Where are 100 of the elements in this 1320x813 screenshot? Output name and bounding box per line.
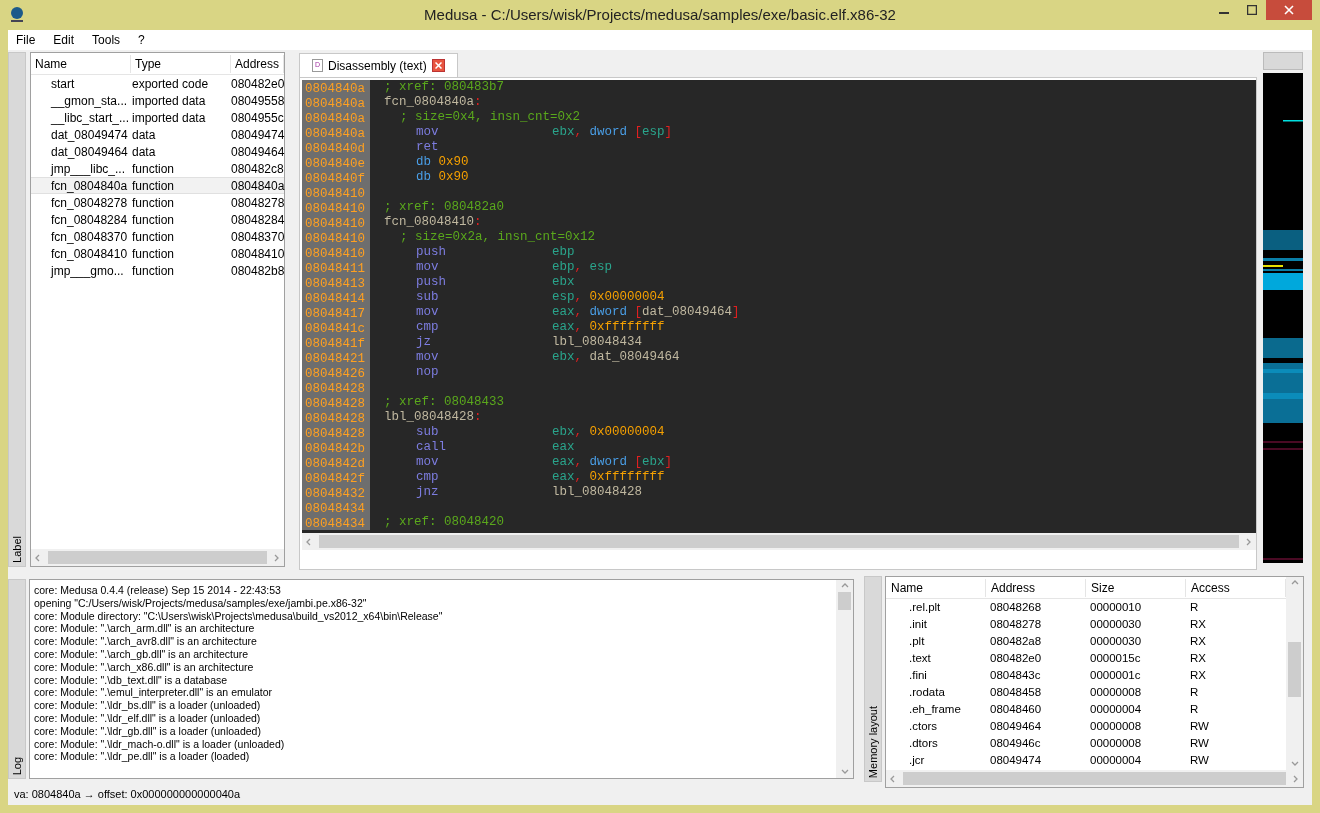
section-size: 00000030 (1089, 633, 1143, 649)
menu-item[interactable]: File (16, 31, 36, 49)
disassembly-view[interactable] (302, 80, 1256, 533)
label-row[interactable]: dat_08049464 data 08049464 (31, 143, 285, 160)
column-header[interactable]: Size (1086, 578, 1186, 597)
column-header[interactable]: Address (231, 54, 285, 73)
section-address: 08049474 (989, 752, 1043, 768)
section-address: 080482a8 (989, 633, 1043, 649)
line-address: 08048411 (302, 260, 370, 275)
memory-overview-drawing[interactable] (1263, 73, 1303, 563)
dock-title-tab[interactable]: Label (8, 52, 26, 567)
label-row[interactable]: jmp___libc_... function 080482c8 (31, 160, 285, 177)
operands: ebx, dat_08049464 (552, 349, 680, 367)
line-address: 0804840e (302, 155, 370, 170)
label-row[interactable]: __gmon_sta... imported data 08049558 (31, 92, 285, 109)
vertical-scrollbar[interactable] (836, 580, 853, 778)
menu-item[interactable]: Edit (53, 31, 75, 49)
label-row[interactable]: fcn_08048284 function 08048284 (31, 211, 285, 228)
label-type: function (131, 177, 176, 195)
operands: lbl_08048428 (552, 484, 642, 502)
label-type: function (131, 228, 176, 246)
label-row[interactable]: dat_08049474 data 08049474 (31, 126, 285, 143)
column-header[interactable]: Name (886, 578, 986, 597)
column-header[interactable]: Address (986, 578, 1086, 597)
line-address: 08048426 (302, 365, 370, 380)
label-row[interactable]: fcn_0804840a function 0804840a (31, 177, 285, 194)
label-type: data (131, 143, 157, 161)
line-address: 0804841c (302, 320, 370, 335)
column-header[interactable]: Type (131, 54, 231, 73)
dock-title-tab[interactable]: Log (8, 579, 26, 779)
section-name: .fini (908, 667, 928, 683)
label-address: 0804955c (231, 109, 285, 127)
line-address: 0804841f (302, 335, 370, 350)
line-address: 08048410 (302, 185, 370, 200)
operands: ebp (552, 244, 575, 261)
overview-button[interactable] (1263, 52, 1303, 70)
line-address: 08048428 (302, 380, 370, 395)
line-address: 0804840a (302, 95, 370, 110)
line-address: 0804842d (302, 455, 370, 470)
close-tab-icon[interactable] (431, 59, 445, 72)
log-line: core: Module: ".\ldr_pe.dll" is a loader (loaded) (34, 750, 251, 764)
mnemonic: push (416, 244, 447, 262)
close-icon (1284, 5, 1294, 15)
line-address: 08048428 (302, 410, 370, 425)
operands: ebx, dword [esp] (552, 124, 673, 142)
log-line: core: Module: ".\arch_arm.dll" is an architecture (34, 622, 256, 636)
vertical-scrollbar[interactable] (1286, 577, 1303, 770)
mnemonic: call (416, 439, 447, 457)
label-row[interactable]: jmp___gmo... function 080482b8 (31, 262, 285, 279)
size-comment: ; size=0x2a, insn_cnt=0x12 (400, 229, 596, 246)
horizontal-scrollbar[interactable] (886, 770, 1303, 787)
log-line: opening "C:/Users/wisk/Projects/medusa/samples/exe/jambi.pe.x86-32" (34, 596, 368, 610)
section-size: 00000008 (1089, 684, 1143, 700)
data-directive: db 0x90 (416, 169, 469, 187)
log-line: core: Module: ".\ldr_bs.dll" is a loader (unloaded) (34, 699, 262, 712)
line-address: 08048434 (302, 500, 370, 515)
label-row[interactable]: fcn_08048278 function 08048278 (31, 194, 285, 211)
label-type: function (131, 262, 176, 280)
mnemonic: jnz (416, 484, 440, 502)
scroll-thumb[interactable] (319, 535, 1239, 548)
scroll-thumb[interactable] (903, 772, 1286, 785)
section-name: .rodata (908, 684, 946, 700)
label-type: function (131, 211, 176, 229)
line-address: 08048410 (302, 215, 370, 230)
xref-comment: ; xref: 08048420 (384, 514, 505, 532)
operands: eax, dword [ebx] (552, 454, 673, 471)
menu-item[interactable]: Tools (92, 31, 121, 49)
section-size: 0000015c (1089, 650, 1142, 666)
code-label[interactable]: lbl_08048428: (384, 408, 482, 427)
log-line: core: Module: ".\arch_x86.dll" is an architecture (34, 660, 255, 674)
label-row[interactable]: fcn_08048370 function 08048370 (31, 228, 285, 245)
column-header[interactable]: Name (31, 54, 131, 73)
scroll-thumb[interactable] (1288, 642, 1301, 697)
scroll-thumb[interactable] (838, 592, 851, 610)
menu-item[interactable]: ? (138, 31, 145, 49)
code-label[interactable]: fcn_0804840a: (384, 93, 482, 112)
code-label[interactable]: fcn_08048410: (384, 213, 482, 232)
size-comment: ; size=0x4, insn_cnt=0x2 (400, 109, 581, 126)
dock-title-tab[interactable]: Memory layout (864, 576, 882, 782)
scroll-thumb[interactable] (48, 551, 268, 564)
mnemonic: cmp (416, 469, 440, 486)
label-row[interactable]: fcn_08048410 function 08048410 (31, 245, 285, 262)
line-address: 08048432 (302, 485, 370, 500)
label-address: 0804840a (231, 177, 285, 195)
label-name: fcn_08048370 (50, 228, 129, 246)
line-address: 0804842b (302, 440, 370, 455)
label-name: start (50, 75, 76, 93)
xref-comment: ; xref: 080483b7 (384, 80, 505, 96)
log-line: core: Module: ".\ldr_elf.dll" is a loader (unloaded) (34, 711, 262, 725)
label-row[interactable]: __libc_start_... imported data 0804955c (31, 109, 285, 126)
section-address: 08048268 (989, 599, 1043, 615)
section-name: .rel.plt (908, 599, 942, 615)
label-type: data (131, 126, 157, 144)
label-row[interactable]: start exported code 080482e0 (31, 75, 285, 92)
horizontal-scrollbar[interactable] (302, 533, 1256, 550)
log-line: core: Module: ".\ldr_gb.dll" is a loader (unloaded) (34, 724, 262, 738)
horizontal-scrollbar[interactable] (31, 549, 285, 566)
mnemonic: mov (416, 304, 440, 322)
line-address: 08048434 (302, 515, 370, 530)
mnemonic: push (416, 274, 447, 291)
